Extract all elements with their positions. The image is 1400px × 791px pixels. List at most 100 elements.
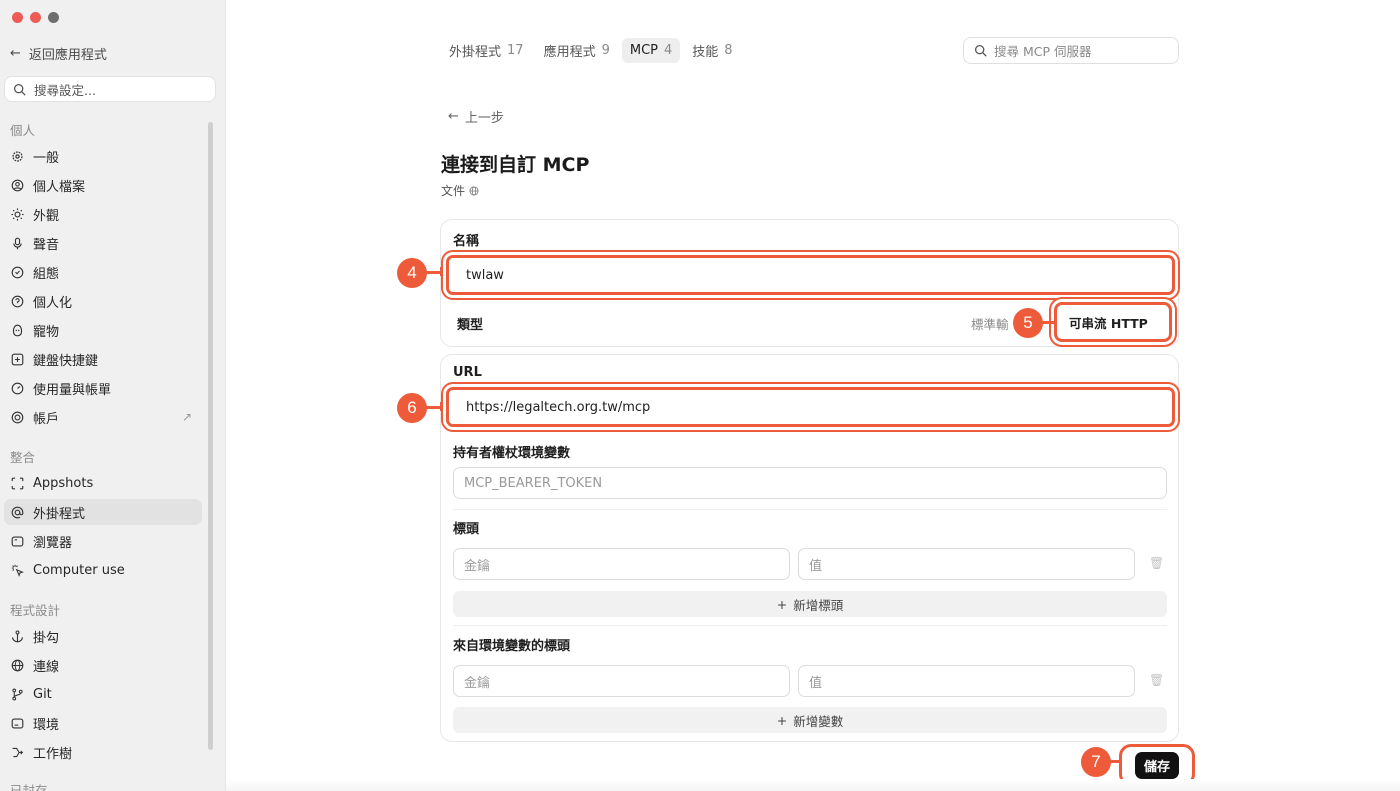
bottom-fade: [226, 779, 1400, 791]
sidebar-item-worktrees[interactable]: 工作樹: [4, 739, 202, 765]
sidebar-item-plugins[interactable]: 外掛程式: [4, 499, 202, 525]
keyboard-icon: [10, 352, 24, 366]
sidebar-item-label: 工作樹: [33, 746, 73, 762]
at-icon: [10, 505, 24, 519]
bearer-token-placeholder: MCP_BEARER_TOKEN: [464, 475, 603, 491]
microphone-icon: [10, 236, 24, 250]
sidebar-item-personalize[interactable]: 個人化: [4, 288, 202, 314]
section-integration: 整合: [10, 450, 36, 465]
settings-window: ← 返回應用程式 搜尋設定... 個人 一般 個人檔案 外觀 聲音 組態 個人化…: [0, 0, 1400, 791]
step-marker-6-tick: [440, 402, 443, 411]
sidebar-item-label: 個人檔案: [33, 179, 86, 195]
type-option-stdio[interactable]: 標準輸: [971, 314, 1009, 333]
header-key-placeholder: 金鑰: [464, 558, 491, 574]
save-button[interactable]: 儲存: [1135, 751, 1179, 779]
plus-icon: +: [776, 712, 788, 728]
sidebar-item-label: 個人化: [33, 295, 73, 311]
header-value-input[interactable]: 值: [798, 548, 1135, 580]
url-value: https://legaltech.org.tw/mcp: [466, 399, 651, 415]
minimize-window-button[interactable]: [30, 12, 41, 23]
tab-count: 9: [601, 43, 610, 58]
step-marker-7: 7: [1081, 747, 1111, 777]
sidebar-item-appearance[interactable]: 外觀: [4, 201, 202, 227]
name-value: twlaw: [466, 267, 504, 283]
sidebar-item-profile[interactable]: 個人檔案: [4, 172, 202, 198]
tab-mcp[interactable]: MCP 4: [621, 38, 681, 63]
url-input[interactable]: https://legaltech.org.tw/mcp: [446, 387, 1175, 427]
env-header-key-placeholder: 金鑰: [464, 675, 491, 691]
globe-icon: [10, 658, 24, 672]
tab-skills[interactable]: 技能 8: [684, 38, 740, 63]
terminal-icon: [10, 716, 24, 730]
sidebar-item-label: 一般: [33, 150, 60, 166]
add-header-button[interactable]: + 新增標頭: [453, 591, 1167, 617]
sidebar-item-label: 聲音: [33, 237, 60, 253]
sidebar-item-usage-billing[interactable]: 使用量與帳單: [4, 375, 202, 401]
sidebar-item-appshots[interactable]: Appshots: [4, 470, 202, 496]
header-value-placeholder: 值: [809, 558, 823, 574]
gear-icon: [10, 149, 24, 163]
browser-icon: [10, 534, 24, 548]
sidebar-item-label: 外觀: [33, 208, 60, 224]
env-header-value-placeholder: 值: [809, 675, 823, 691]
add-variable-button[interactable]: + 新增變數: [453, 707, 1167, 733]
mcp-search-placeholder: 搜尋 MCP 伺服器: [994, 44, 1092, 59]
external-link-icon: ↗: [181, 410, 192, 424]
back-to-app-link[interactable]: ← 返回應用程式: [10, 44, 107, 63]
connection-details-card: URL https://legaltech.org.tw/mcp 持有者權杖環境…: [440, 354, 1179, 742]
search-icon: [974, 44, 987, 57]
arrow-left-icon: ←: [448, 109, 459, 124]
tab-apps[interactable]: 應用程式 9: [536, 38, 618, 63]
sidebar-item-computer-use[interactable]: Computer use: [4, 557, 202, 583]
sidebar-item-account[interactable]: 帳戶 ↗: [4, 404, 202, 430]
step-marker-7-tick: [1119, 756, 1122, 765]
sidebar-item-git[interactable]: Git: [4, 681, 202, 707]
sidebar-item-general[interactable]: 一般: [4, 143, 202, 169]
sidebar-item-hooks[interactable]: 掛勾: [4, 623, 202, 649]
delete-env-header-trash-icon[interactable]: 🗑: [1149, 673, 1164, 687]
sidebar-item-sound[interactable]: 聲音: [4, 230, 202, 256]
cursor-click-icon: [10, 563, 24, 577]
config-icon: [10, 265, 24, 279]
tab-label: MCP: [629, 43, 658, 58]
type-option-streamable-http[interactable]: 可串流 HTTP: [1054, 302, 1172, 342]
documentation-link[interactable]: 文件: [441, 182, 479, 199]
divider: [453, 509, 1167, 510]
sidebar-item-label: 掛勾: [33, 630, 60, 646]
divider: [453, 625, 1167, 626]
tab-count: 8: [724, 43, 733, 58]
tab-plugins[interactable]: 外掛程式 17: [441, 38, 532, 63]
sidebar-item-label: 連線: [33, 659, 60, 675]
name-input[interactable]: twlaw: [446, 255, 1175, 295]
sidebar-item-connections[interactable]: 連線: [4, 652, 202, 678]
sidebar-item-environments[interactable]: 環境: [4, 710, 202, 736]
arrow-left-icon: ←: [10, 46, 21, 61]
close-window-button[interactable]: [12, 12, 23, 23]
sidebar-item-pet[interactable]: 寵物: [4, 317, 202, 343]
header-key-input[interactable]: 金鑰: [453, 548, 790, 580]
category-tabs: 外掛程式 17 應用程式 9 MCP 4 技能 8: [441, 38, 741, 63]
env-header-value-input[interactable]: 值: [798, 665, 1135, 697]
delete-header-trash-icon[interactable]: 🗑: [1149, 556, 1164, 570]
sidebar-item-label: 使用量與帳單: [33, 382, 112, 398]
sidebar-item-label: 鍵盤快捷鍵: [33, 353, 99, 369]
sidebar-item-label: Git: [33, 686, 52, 702]
back-step-link[interactable]: ← 上一步: [448, 107, 504, 126]
mcp-search-input[interactable]: 搜尋 MCP 伺服器: [963, 37, 1179, 64]
sidebar-item-label: 帳戶: [33, 411, 60, 427]
section-personal: 個人: [10, 123, 36, 138]
sidebar-scrollbar[interactable]: [208, 122, 213, 750]
zoom-window-button[interactable]: [48, 12, 59, 23]
sidebar-item-browser[interactable]: 瀏覽器: [4, 528, 202, 554]
sidebar-item-config[interactable]: 組態: [4, 259, 202, 285]
personalize-icon: [10, 294, 24, 308]
settings-search-placeholder: 搜尋設定...: [34, 82, 96, 98]
git-branch-icon: [10, 687, 24, 701]
bearer-token-input[interactable]: MCP_BEARER_TOKEN: [453, 467, 1167, 499]
url-label: URL: [453, 365, 482, 380]
settings-search-input[interactable]: 搜尋設定...: [4, 76, 216, 102]
env-header-key-input[interactable]: 金鑰: [453, 665, 790, 697]
step-marker-4: 4: [397, 258, 427, 288]
sidebar-item-label: 組態: [33, 266, 60, 282]
sidebar-item-keyboard-shortcuts[interactable]: 鍵盤快捷鍵: [4, 346, 202, 372]
